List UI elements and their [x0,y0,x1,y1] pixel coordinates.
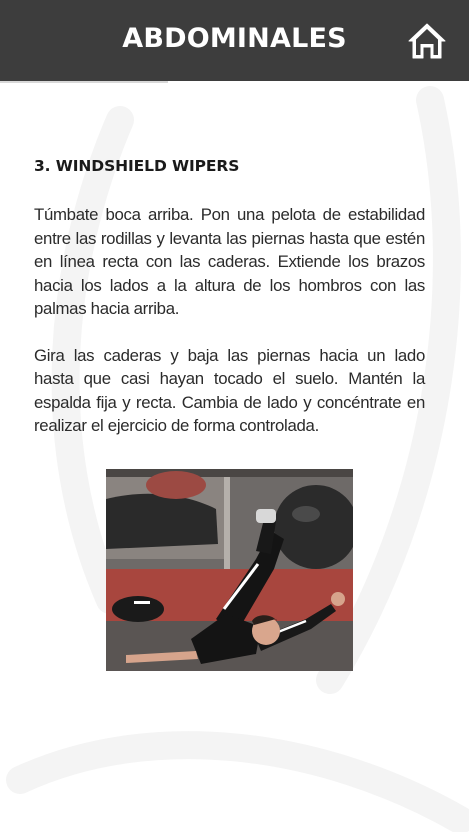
exercise-content: 3. WINDSHIELD WIPERS Túmbate boca arriba… [34,152,425,438]
exercise-title: 3. WINDSHIELD WIPERS [34,157,240,175]
page-title: ABDOMINALES [122,23,347,54]
exercise-animation-image [106,469,353,671]
exercise-illustration [106,469,353,671]
instruction-paragraph: Gira las caderas y baja las piernas haci… [34,345,425,436]
instruction-paragraph: Túmbate boca arriba. Pon una pelota de e… [34,205,425,318]
app-header: ABDOMINALES [0,0,469,81]
home-button[interactable] [408,22,446,60]
home-icon [408,23,446,59]
header-underline [0,81,168,83]
